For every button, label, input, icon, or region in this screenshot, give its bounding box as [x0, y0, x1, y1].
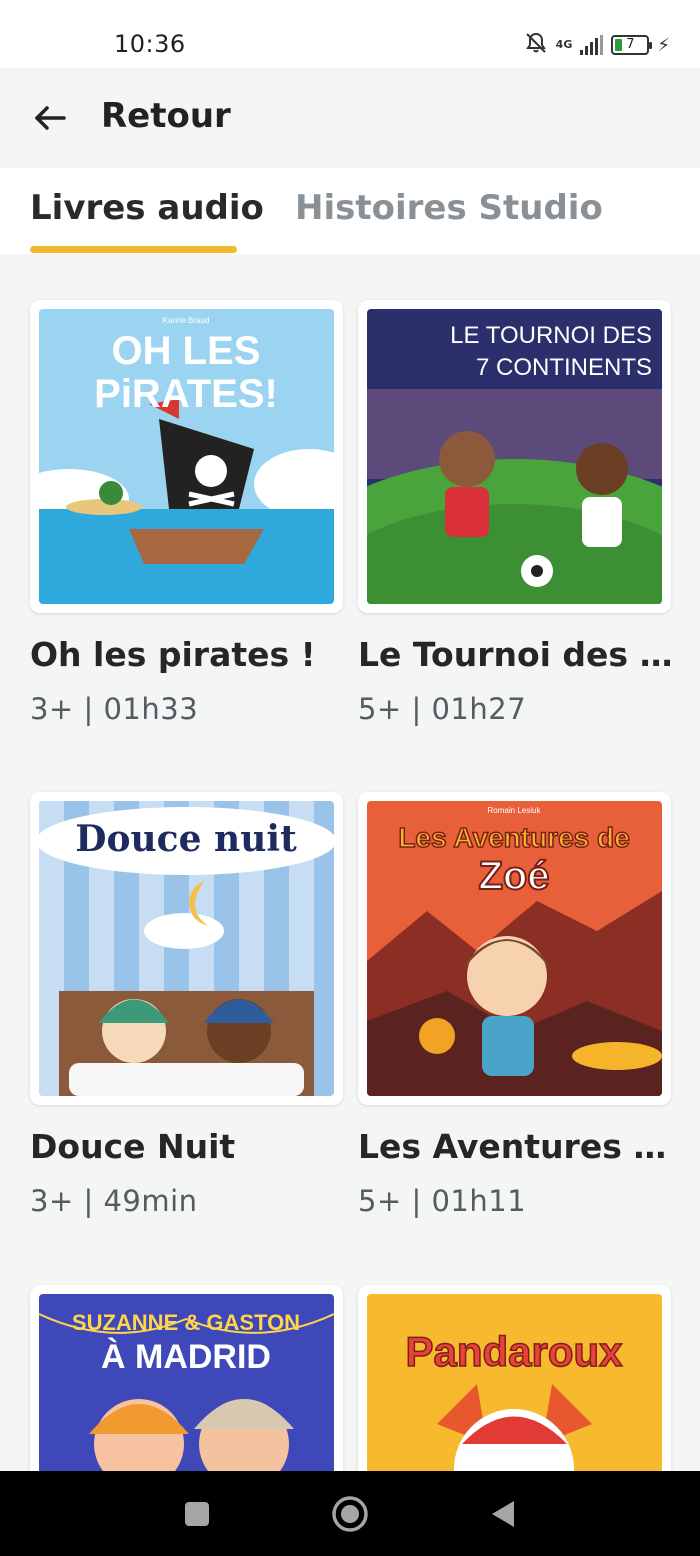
- system-nav-bar: [0, 1471, 700, 1556]
- back-triangle-icon: [492, 1501, 514, 1527]
- book-meta: 5+ | 01h11: [358, 1184, 527, 1218]
- book-cover: Romain Lesiuk Les Aventures de Zoé: [358, 792, 671, 1105]
- back-nav-button[interactable]: [480, 1491, 526, 1537]
- tab-bar: Livres audio Histoires Studio: [0, 168, 700, 254]
- network-label: 4G: [555, 38, 573, 51]
- zoe-cover-image: Romain Lesiuk Les Aventures de Zoé: [367, 801, 662, 1096]
- arrow-left-icon: [35, 106, 66, 130]
- status-bar: 10:36 4G 7 ⚡: [0, 0, 700, 68]
- page-title: Retour: [101, 96, 231, 136]
- status-time: 10:36: [114, 30, 186, 58]
- tournoi-cover-image: LE TOURNOI DES 7 CONTINENTS: [367, 309, 662, 604]
- battery-icon: 7: [611, 35, 653, 55]
- header: Retour: [0, 68, 700, 168]
- cover-author: Romain Lesiuk: [488, 806, 542, 815]
- book-title: Le Tournoi des 7 continents: [358, 635, 673, 674]
- cover-title-line2: À MADRID: [101, 1338, 271, 1376]
- douce-nuit-cover-image: Douce nuit: [39, 801, 334, 1096]
- charging-bolt-icon: ⚡: [657, 34, 670, 56]
- book-meta: 3+ | 49min: [30, 1184, 198, 1218]
- pirates-cover-image: Karine Braud OH LES PiRATES!: [39, 309, 334, 604]
- book-card[interactable]: Douce nuit Douce Nuit 3+ | 49min: [30, 792, 343, 1218]
- book-title: Les Aventures de Zoé: [358, 1127, 673, 1166]
- status-icons: 4G 7 ⚡: [524, 30, 670, 60]
- recent-apps-button[interactable]: [174, 1491, 220, 1537]
- cover-title-line1: Douce nuit: [75, 818, 297, 860]
- book-cover: LE TOURNOI DES 7 CONTINENTS: [358, 300, 671, 613]
- home-icon: [332, 1496, 368, 1532]
- tab-histoires-studio[interactable]: Histoires Studio: [295, 188, 603, 228]
- cover-title-line1: LE TOURNOI DES: [450, 322, 652, 349]
- tab-livres-audio[interactable]: Livres audio: [30, 188, 264, 228]
- home-button[interactable]: [327, 1491, 373, 1537]
- book-title: Oh les pirates !: [30, 635, 316, 674]
- recent-apps-icon: [185, 1502, 209, 1526]
- cover-title-line1: SUZANNE & GASTON: [72, 1310, 300, 1335]
- battery-level: 7: [626, 37, 635, 52]
- cover-title-line1: OH LES: [112, 329, 261, 373]
- bell-muted-icon: [524, 31, 548, 59]
- cover-author: Karine Braud: [163, 316, 210, 325]
- book-cover: Karine Braud OH LES PiRATES!: [30, 300, 343, 613]
- cover-title-line1: Les Aventures de: [398, 822, 629, 853]
- book-title: Douce Nuit: [30, 1127, 236, 1166]
- cover-title-line2: PiRATES!: [94, 372, 278, 416]
- cover-title-line1: Pandaroux: [405, 1328, 623, 1375]
- active-tab-indicator: [30, 246, 237, 253]
- book-cover: Douce nuit: [30, 792, 343, 1105]
- book-card[interactable]: Karine Braud OH LES PiRATES! Oh les pira…: [30, 300, 343, 726]
- book-meta: 3+ | 01h33: [30, 692, 199, 726]
- book-card[interactable]: LE TOURNOI DES 7 CONTINENTS Le Tournoi d…: [358, 300, 673, 726]
- signal-icon: [580, 35, 604, 55]
- back-button[interactable]: [30, 98, 70, 138]
- book-meta: 5+ | 01h27: [358, 692, 527, 726]
- book-card[interactable]: Romain Lesiuk Les Aventures de Zoé Les A…: [358, 792, 673, 1218]
- cover-title-line2: 7 CONTINENTS: [476, 354, 652, 381]
- cover-title-line2: Zoé: [478, 854, 549, 898]
